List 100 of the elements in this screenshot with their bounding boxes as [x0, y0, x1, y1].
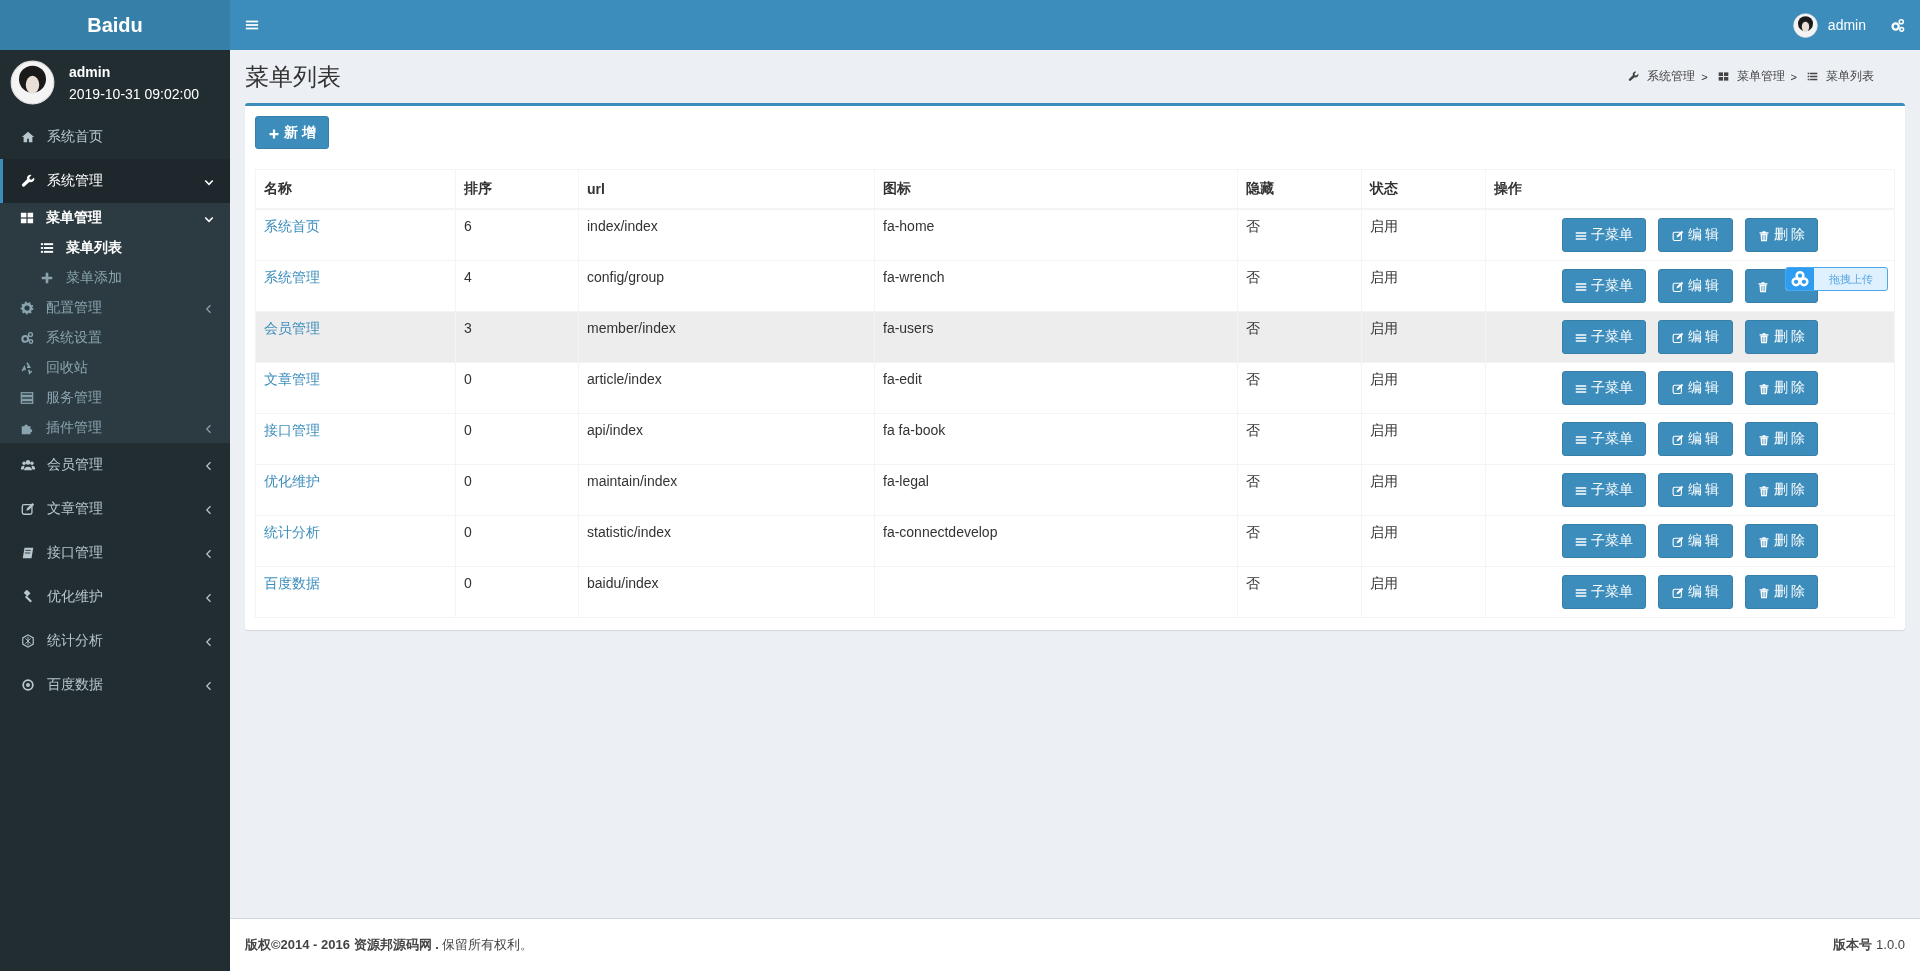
action-button[interactable]: 编 辑 — [1658, 218, 1733, 252]
action-button[interactable]: 编 辑 — [1658, 524, 1733, 558]
sidebar-item[interactable]: 百度数据 — [0, 663, 230, 707]
name-link[interactable]: 系统管理 — [255, 260, 456, 312]
breadcrumb-link[interactable]: 菜单管理 — [1736, 68, 1785, 85]
page-title: 菜单列表 — [245, 61, 341, 92]
breadcrumb-link[interactable]: 菜单列表 — [1826, 68, 1874, 85]
action-button[interactable]: 编 辑 — [1658, 575, 1733, 609]
dot-circle-icon — [21, 678, 35, 692]
edit-icon — [1671, 331, 1684, 343]
table-cell: baidu/index — [578, 566, 875, 618]
action-button[interactable]: 子菜单 — [1562, 269, 1646, 303]
action-button[interactable]: 子菜单 — [1562, 473, 1646, 507]
sidebar-item[interactable]: 文章管理 — [0, 487, 230, 531]
sidebar-item[interactable]: 会员管理 — [0, 443, 230, 487]
sidebar-item[interactable]: 配置管理 — [0, 293, 230, 323]
table-cell: 启用 — [1361, 311, 1486, 363]
action-button[interactable]: 删 除 — [1745, 320, 1818, 354]
name-link[interactable]: 接口管理 — [255, 413, 456, 465]
table-cell: fa-legal — [874, 464, 1238, 516]
sidebar-item[interactable]: 服务管理 — [0, 383, 230, 413]
menu-icon — [1575, 229, 1587, 241]
table-cell: 6 — [455, 209, 579, 261]
action-button[interactable]: 子菜单 — [1562, 218, 1646, 252]
user-name[interactable]: admin — [1827, 17, 1866, 33]
table-cell: 启用 — [1361, 566, 1486, 618]
menu-icon — [1575, 280, 1587, 292]
action-button[interactable]: 删 除 — [1745, 473, 1818, 507]
grid-icon — [1717, 71, 1729, 82]
action-button[interactable]: 子菜单 — [1562, 422, 1646, 456]
recycle-icon — [20, 361, 34, 375]
name-link[interactable]: 会员管理 — [255, 311, 456, 363]
action-button[interactable]: 删 除 — [1745, 371, 1818, 405]
trash-icon — [1757, 280, 1769, 292]
sidebar-item[interactable]: 系统设置 — [0, 323, 230, 353]
list-icon — [1807, 71, 1818, 82]
sidebar-item[interactable]: 回收站 — [0, 353, 230, 383]
menu-icon — [1575, 382, 1587, 394]
table-cell: 启用 — [1361, 362, 1486, 414]
cloud-icon — [1786, 268, 1814, 290]
menu-icon — [1575, 331, 1587, 343]
gears-icon — [20, 331, 34, 345]
avatar[interactable] — [1792, 12, 1818, 38]
table-cell: fa-edit — [874, 362, 1238, 414]
trash-icon — [1757, 382, 1770, 394]
trash-icon — [1757, 331, 1770, 343]
edit-icon — [1671, 586, 1684, 598]
sidebar-item[interactable]: 优化维护 — [0, 575, 230, 619]
table-cell: 启用 — [1361, 209, 1486, 261]
plus-icon — [40, 271, 54, 285]
table-cell: fa-wrench — [874, 260, 1238, 312]
menu-icon — [1575, 433, 1587, 445]
edit-icon — [1671, 229, 1684, 241]
menu-icon[interactable] — [245, 18, 259, 32]
action-button[interactable]: 编 辑 — [1658, 473, 1733, 507]
avatar — [10, 60, 55, 105]
action-button[interactable]: 删 除 — [1745, 218, 1818, 252]
sidebar-item[interactable]: 菜单列表 — [0, 233, 230, 263]
action-button[interactable]: 删 除 — [1745, 422, 1818, 456]
sidebar-item[interactable]: 系统管理 — [0, 159, 230, 203]
table-cell: fa-home — [874, 209, 1238, 261]
table-cell: 0 — [455, 566, 579, 618]
menu-icon — [1575, 535, 1587, 547]
name-link[interactable]: 统计分析 — [255, 515, 456, 567]
action-button[interactable]: 子菜单 — [1562, 575, 1646, 609]
sidebar-item[interactable]: 菜单添加 — [0, 263, 230, 293]
list-icon — [40, 241, 54, 255]
name-link[interactable]: 百度数据 — [255, 566, 456, 618]
action-button[interactable]: 编 辑 — [1658, 371, 1733, 405]
sidebar-item[interactable]: 接口管理 — [0, 531, 230, 575]
action-button[interactable]: 编 辑 — [1658, 422, 1733, 456]
name-link[interactable]: 优化维护 — [255, 464, 456, 516]
name-link[interactable]: 系统首页 — [255, 209, 456, 261]
action-button[interactable]: 子菜单 — [1562, 524, 1646, 558]
add-button[interactable]: 新 增 — [255, 116, 329, 149]
upload-widget[interactable]: 拖拽上传 — [1785, 267, 1888, 291]
name-link[interactable]: 文章管理 — [255, 362, 456, 414]
action-button[interactable]: 删 除 — [1745, 524, 1818, 558]
breadcrumb-separator: > — [1790, 70, 1797, 83]
action-button[interactable]: 子菜单 — [1562, 320, 1646, 354]
action-button[interactable]: 编 辑 — [1658, 269, 1733, 303]
action-button[interactable]: 编 辑 — [1658, 320, 1733, 354]
sidebar-item[interactable]: 菜单管理 — [0, 203, 230, 233]
grid-icon — [20, 211, 34, 225]
gears-icon[interactable] — [1890, 17, 1905, 33]
sidebar-item[interactable]: 统计分析 — [0, 619, 230, 663]
table-cell: 0 — [455, 413, 579, 465]
table-cell: 否 — [1237, 260, 1362, 312]
copyright-text: 版权©2014 - 2016 资源邦源码网 . 保留所有权利。 — [245, 936, 534, 954]
edit-icon — [1671, 535, 1684, 547]
users-icon — [21, 458, 35, 472]
action-button[interactable]: 子菜单 — [1562, 371, 1646, 405]
sidebar-item[interactable]: 插件管理 — [0, 413, 230, 443]
table-cell: 0 — [455, 362, 579, 414]
table-cell: fa-users — [874, 311, 1238, 363]
sidebar-item[interactable]: 系统首页 — [0, 115, 230, 159]
edit-icon — [1671, 280, 1684, 292]
table-cell: statistic/index — [578, 515, 875, 567]
breadcrumb-link[interactable]: 系统管理 — [1647, 68, 1696, 85]
action-button[interactable]: 删 除 — [1745, 575, 1818, 609]
